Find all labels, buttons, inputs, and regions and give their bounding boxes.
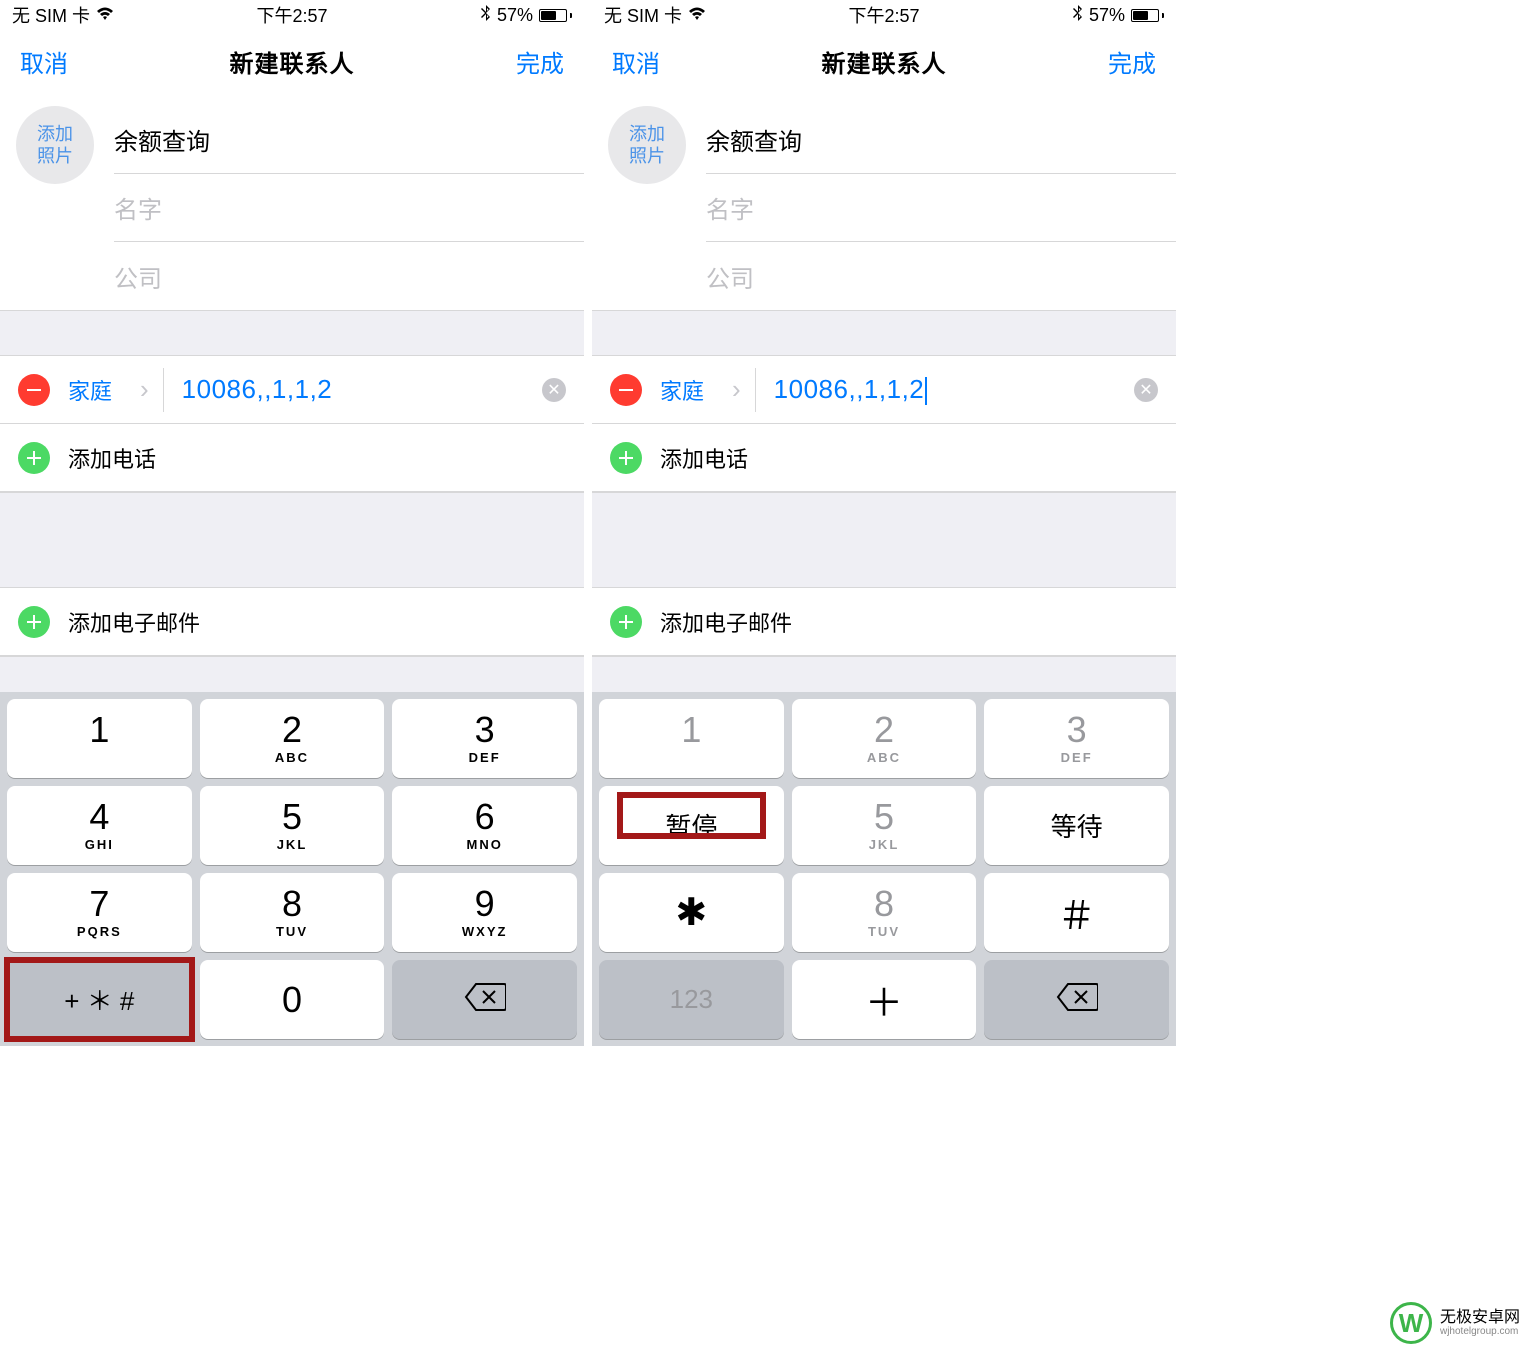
bluetooth-icon (1073, 5, 1083, 26)
page-title: 新建联系人 (230, 44, 355, 79)
wifi-icon (688, 5, 706, 26)
key-3[interactable]: 3DEF (984, 699, 1169, 778)
key-8[interactable]: 8TUV (200, 873, 385, 952)
backspace-key[interactable] (392, 960, 577, 1039)
key-9[interactable]: 9WXYZ (392, 873, 577, 952)
phone-type-button[interactable]: 家庭 (660, 374, 732, 406)
key-plus[interactable]: ＋ (792, 960, 977, 1039)
phone-number-field[interactable]: 10086,,1,1,2 (182, 374, 542, 405)
carrier-label: 无 SIM 卡 (12, 2, 90, 28)
key-7[interactable]: 7PQRS (7, 873, 192, 952)
section-gap (0, 310, 584, 356)
company-field[interactable]: 公司 (114, 242, 584, 310)
nav-bar: 取消 新建联系人 完成 (592, 30, 1176, 92)
bluetooth-icon (481, 5, 491, 26)
key-hash[interactable]: ＃ (984, 873, 1169, 952)
clock: 下午2:57 (256, 2, 327, 28)
key-2[interactable]: 2ABC (200, 699, 385, 778)
plus-icon (18, 442, 50, 474)
nav-bar: 取消 新建联系人 完成 (0, 30, 584, 92)
remove-phone-button[interactable] (18, 374, 50, 406)
add-email-row[interactable]: 添加电子邮件 (592, 588, 1176, 656)
plus-icon (610, 442, 642, 474)
last-name-field[interactable]: 余额查询 (114, 106, 584, 174)
done-button[interactable]: 完成 (516, 44, 564, 79)
watermark-title: 无极安卓网 (1440, 1309, 1520, 1327)
status-bar: 无 SIM 卡 下午2:57 57% (0, 0, 584, 30)
clock: 下午2:57 (848, 2, 919, 28)
battery-pct: 57% (497, 5, 533, 26)
watermark-url: wjhotelgroup.com (1440, 1326, 1520, 1337)
add-phone-label: 添加电话 (68, 442, 156, 474)
contact-header: 添加 照片 余额查询 名字 公司 (0, 92, 584, 310)
key-5[interactable]: 5JKL (792, 786, 977, 865)
cancel-button[interactable]: 取消 (20, 44, 68, 79)
cancel-button[interactable]: 取消 (612, 44, 660, 79)
battery-icon (539, 9, 572, 22)
phone-type-button[interactable]: 家庭 (68, 374, 140, 406)
numeric-keypad: 1 2ABC 3DEF 4GHI 5JKL 6MNO 7PQRS 8TUV 9W… (0, 692, 584, 1046)
add-phone-label: 添加电话 (660, 442, 748, 474)
first-name-field[interactable]: 名字 (114, 174, 584, 242)
status-bar: 无 SIM 卡 下午2:57 57% (592, 0, 1176, 30)
watermark: W 无极安卓网 wjhotelgroup.com (1390, 1302, 1520, 1344)
key-star[interactable]: ✱ (599, 873, 784, 952)
watermark-logo: W (1390, 1302, 1432, 1344)
add-phone-row[interactable]: 添加电话 (0, 424, 584, 492)
wifi-icon (96, 5, 114, 26)
remove-phone-button[interactable] (610, 374, 642, 406)
phone-row: 家庭 › 10086,,1,1,2 ✕ (0, 356, 584, 424)
key-4[interactable]: 4GHI (7, 786, 192, 865)
backspace-icon (1056, 982, 1098, 1017)
plus-icon (610, 606, 642, 638)
done-button[interactable]: 完成 (1108, 44, 1156, 79)
symbol-keypad: 1 2ABC 3DEF 暂停 5JKL 等待 ✱ 8TUV ＃ 123 ＋ (592, 692, 1176, 1046)
key-6[interactable]: 6MNO (392, 786, 577, 865)
battery-pct: 57% (1089, 5, 1125, 26)
key-symbols[interactable]: + ＊ # (7, 960, 192, 1039)
last-name-field[interactable]: 余额查询 (706, 106, 1176, 174)
key-8[interactable]: 8TUV (792, 873, 977, 952)
section-gap (592, 310, 1176, 356)
backspace-icon (464, 982, 506, 1017)
battery-icon (1131, 9, 1164, 22)
phone-row: 家庭 › 10086,,1,1,2 ✕ (592, 356, 1176, 424)
add-photo-button[interactable]: 添加 照片 (608, 106, 686, 184)
contact-header: 添加 照片 余额查询 名字 公司 (592, 92, 1176, 310)
key-wait[interactable]: 等待 (984, 786, 1169, 865)
backspace-key[interactable] (984, 960, 1169, 1039)
clear-icon[interactable]: ✕ (1134, 378, 1158, 402)
left-screenshot: 无 SIM 卡 下午2:57 57% 取消 新建联系人 完成 添加 照片 (0, 0, 584, 1046)
key-back-to-numbers[interactable]: 123 (599, 960, 784, 1039)
section-gap (0, 492, 584, 588)
first-name-field[interactable]: 名字 (706, 174, 1176, 242)
add-photo-button[interactable]: 添加 照片 (16, 106, 94, 184)
chevron-right-icon: › (732, 374, 741, 405)
add-email-row[interactable]: 添加电子邮件 (0, 588, 584, 656)
key-2[interactable]: 2ABC (792, 699, 977, 778)
company-field[interactable]: 公司 (706, 242, 1176, 310)
add-phone-row[interactable]: 添加电话 (592, 424, 1176, 492)
add-email-label: 添加电子邮件 (660, 606, 792, 638)
key-5[interactable]: 5JKL (200, 786, 385, 865)
carrier-label: 无 SIM 卡 (604, 2, 682, 28)
chevron-right-icon: › (140, 374, 149, 405)
clear-icon[interactable]: ✕ (542, 378, 566, 402)
key-3[interactable]: 3DEF (392, 699, 577, 778)
page-title: 新建联系人 (822, 44, 947, 79)
key-pause[interactable]: 暂停 (599, 786, 784, 865)
key-1[interactable]: 1 (7, 699, 192, 778)
section-gap (592, 492, 1176, 588)
right-screenshot: 无 SIM 卡 下午2:57 57% 取消 新建联系人 完成 添加 照片 (592, 0, 1176, 1046)
plus-icon (18, 606, 50, 638)
key-1[interactable]: 1 (599, 699, 784, 778)
key-0[interactable]: 0 (200, 960, 385, 1039)
add-email-label: 添加电子邮件 (68, 606, 200, 638)
phone-number-field[interactable]: 10086,,1,1,2 (774, 374, 1134, 405)
